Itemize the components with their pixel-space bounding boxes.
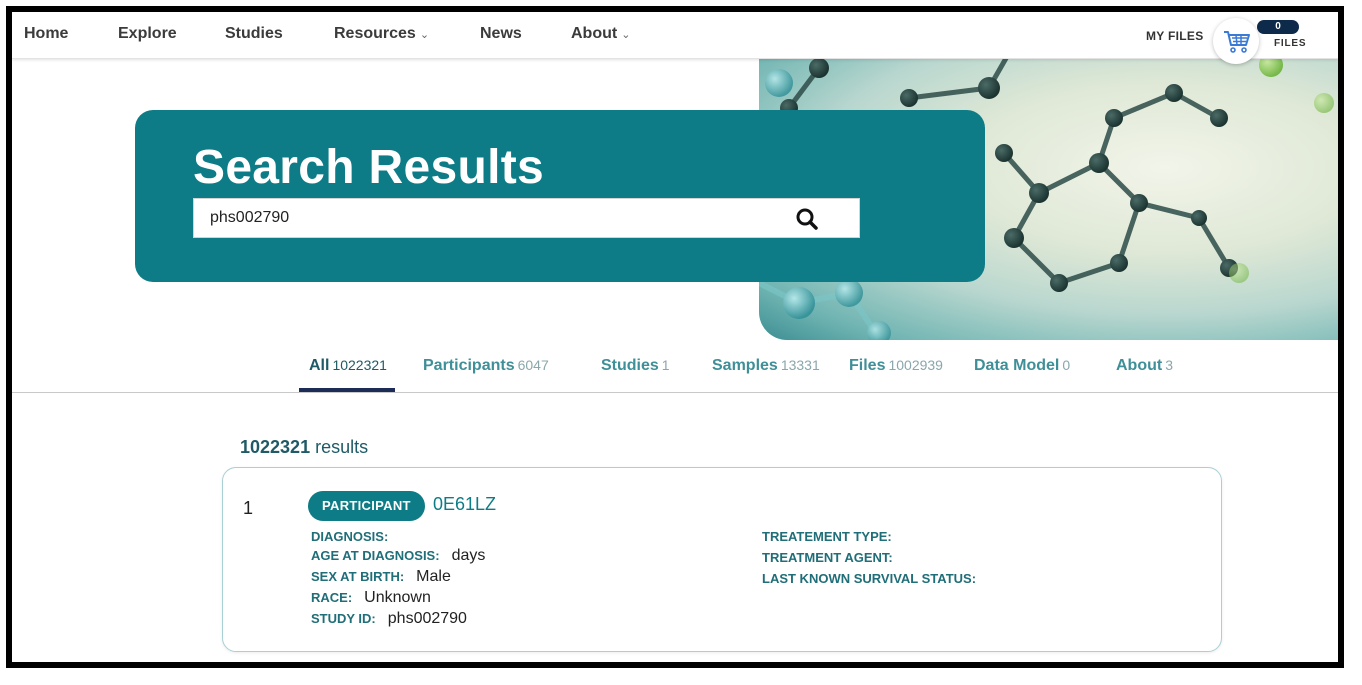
- tabs-divider: [12, 392, 1338, 393]
- browser-frame: Home Explore Studies Resources ⌄ News Abo…: [6, 6, 1344, 668]
- tab-data-model-label: Data Model: [974, 357, 1060, 374]
- field-label: TREATMENT AGENT:: [762, 550, 893, 565]
- cart-icon: [1224, 31, 1250, 53]
- tab-participants-count: 6047: [517, 357, 549, 373]
- tab-studies-count: 1: [661, 357, 670, 373]
- tab-all-count: 1022321: [332, 357, 387, 373]
- result-id-link[interactable]: 0E61LZ: [433, 494, 496, 515]
- field-label: LAST KNOWN SURVIVAL STATUS:: [762, 571, 977, 586]
- field-treatment-type: TREATEMENT TYPE:: [762, 528, 904, 546]
- chevron-down-icon: ⌄: [621, 29, 631, 41]
- field-label: TREATEMENT TYPE:: [762, 529, 892, 544]
- field-race: RACE: Unknown: [311, 589, 431, 607]
- tab-samples-label: Samples: [712, 357, 778, 374]
- page-title: Search Results: [193, 141, 545, 194]
- tab-about[interactable]: About 3: [1116, 357, 1173, 375]
- field-value: phs002790: [387, 610, 467, 627]
- results-count-number: 1022321: [240, 437, 311, 457]
- field-label: SEX AT BIRTH:: [311, 569, 405, 584]
- field-age-at-diagnosis: AGE AT DIAGNOSIS: days: [311, 547, 485, 565]
- tab-all[interactable]: All 1022321: [309, 357, 387, 375]
- field-label: AGE AT DIAGNOSIS:: [311, 548, 440, 563]
- result-index: 1: [243, 498, 254, 518]
- nav-news[interactable]: News: [480, 25, 522, 43]
- tab-files-count: 1002939: [888, 357, 943, 373]
- field-study-id: STUDY ID: phs002790: [311, 610, 467, 628]
- files-count-badge: 0: [1257, 20, 1299, 34]
- field-last-known-survival-status: LAST KNOWN SURVIVAL STATUS:: [762, 570, 988, 588]
- results-count-label: results: [315, 437, 369, 457]
- nav-home[interactable]: Home: [24, 25, 68, 43]
- nav-studies[interactable]: Studies: [225, 25, 283, 43]
- files-label: FILES: [1274, 38, 1307, 49]
- field-treatment-agent: TREATMENT AGENT:: [762, 549, 905, 567]
- tab-about-label: About: [1116, 357, 1163, 374]
- nav-about[interactable]: About ⌄: [571, 25, 630, 43]
- nav-resources[interactable]: Resources ⌄: [334, 25, 429, 43]
- field-value: days: [451, 547, 486, 564]
- results-count: 1022321 results: [240, 437, 368, 458]
- nav-resources-label: Resources: [334, 25, 416, 42]
- field-diagnosis: DIAGNOSIS:: [311, 528, 400, 546]
- my-files-link[interactable]: MY FILES: [1146, 29, 1204, 43]
- tab-participants[interactable]: Participants 6047: [423, 357, 549, 375]
- field-label: DIAGNOSIS:: [311, 529, 389, 544]
- tab-data-model-count: 0: [1062, 357, 1071, 373]
- tab-participants-label: Participants: [423, 357, 515, 374]
- tab-samples[interactable]: Samples 13331: [712, 357, 820, 375]
- tab-all-label: All: [309, 357, 330, 374]
- nav-explore[interactable]: Explore: [118, 25, 177, 43]
- cart-button[interactable]: [1213, 18, 1259, 64]
- search-icon[interactable]: [795, 207, 819, 236]
- tab-studies[interactable]: Studies 1: [601, 357, 670, 375]
- tab-samples-count: 13331: [780, 357, 820, 373]
- search-input[interactable]: [194, 199, 774, 237]
- tab-data-model[interactable]: Data Model 0: [974, 357, 1070, 375]
- field-label: STUDY ID:: [311, 611, 376, 626]
- field-value: Unknown: [364, 589, 431, 606]
- tab-about-count: 3: [1165, 357, 1173, 373]
- chevron-down-icon: ⌄: [419, 29, 430, 41]
- result-type-badge: PARTICIPANT: [308, 491, 425, 521]
- top-nav: Home Explore Studies Resources ⌄ News Abo…: [12, 12, 1338, 64]
- field-sex-at-birth: SEX AT BIRTH: Male: [311, 568, 451, 586]
- field-label: RACE:: [311, 590, 353, 605]
- tab-files-label: Files: [849, 357, 886, 374]
- result-card: 1 PARTICIPANT 0E61LZ DIAGNOSIS: AGE AT D…: [222, 467, 1222, 652]
- tab-files[interactable]: Files 1002939: [849, 357, 943, 375]
- search-box: [193, 198, 860, 238]
- tab-studies-label: Studies: [601, 357, 659, 374]
- search-hero-panel: Search Results: [135, 110, 985, 282]
- nav-about-label: About: [571, 25, 618, 42]
- field-value: Male: [416, 568, 451, 585]
